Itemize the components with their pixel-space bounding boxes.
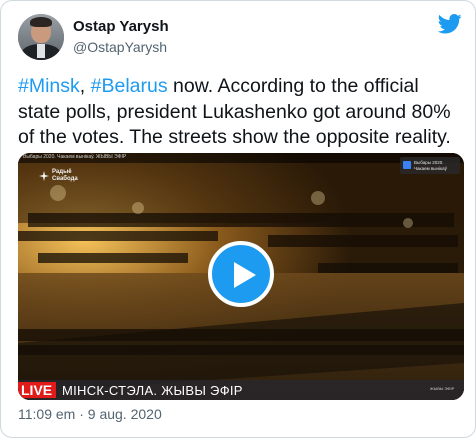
play-button[interactable]	[208, 241, 274, 307]
hashtag-belarus[interactable]: #Belarus	[91, 75, 168, 97]
channel-logo-text: Радыё Свабода	[52, 169, 78, 182]
tweet-timestamp[interactable]: 11:09 em · 9 aug. 2020	[18, 406, 162, 422]
radio-logo-icon	[39, 171, 49, 181]
avatar-shirt	[37, 44, 45, 58]
avatar-hair	[30, 17, 52, 27]
video-player[interactable]: Выбары 2020. Чакаем вынікаў. ЖЫВЫ ЭФІР Р…	[18, 153, 464, 400]
channel-badge-icon	[403, 161, 411, 169]
twitter-bird-icon[interactable]	[438, 14, 462, 34]
author-handle[interactable]: @OstapYarysh	[73, 39, 167, 55]
video-lower-third: МІНСК-СТЭЛА. ЖЫВЫ ЭФІР	[62, 383, 243, 398]
video-badge: Выбары 2020. Чакаем вынікаў	[400, 157, 460, 174]
tweet-card[interactable]: Ostap Yarysh @OstapYarysh #Minsk, #Belar…	[0, 0, 476, 438]
hashtag-minsk[interactable]: #Minsk	[18, 75, 80, 97]
channel-logo: Радыё Свабода	[38, 169, 88, 189]
video-corner-tag: ЖЫВЫ ЭФІР	[430, 386, 455, 391]
play-icon	[234, 262, 256, 288]
tweet-separator: ,	[79, 75, 91, 97]
tweet-text: #Minsk, #Belarus now. According to the o…	[18, 74, 463, 151]
live-badge: LIVE	[18, 382, 56, 398]
avatar[interactable]	[18, 14, 64, 60]
video-badge-text: Выбары 2020. Чакаем вынікаў	[414, 160, 447, 171]
author-name[interactable]: Ostap Yarysh	[73, 18, 169, 35]
video-top-caption: Выбары 2020. Чакаем вынікаў. ЖЫВЫ ЭФІР	[23, 154, 127, 160]
